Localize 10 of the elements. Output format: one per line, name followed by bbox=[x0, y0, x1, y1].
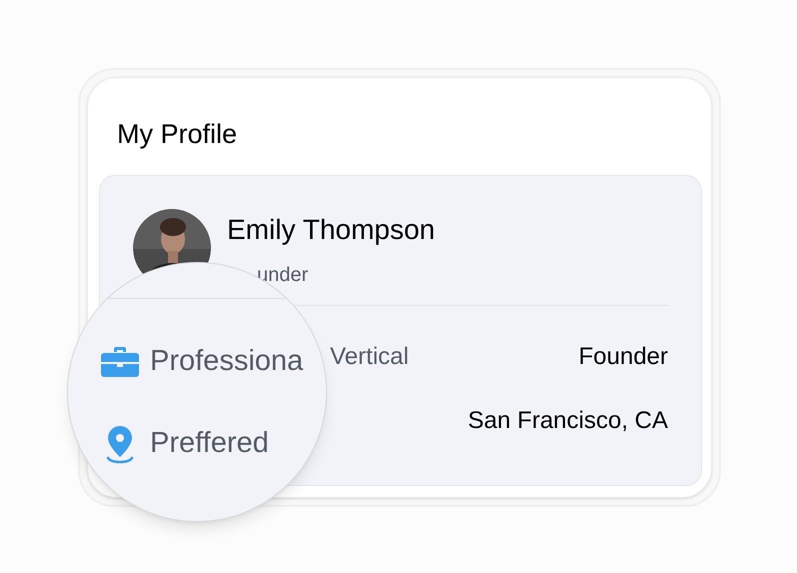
card-title: My Profile bbox=[117, 118, 238, 151]
briefcase-icon bbox=[101, 346, 139, 378]
field-label: Vertical bbox=[330, 342, 409, 372]
magnified-field-label: Professiona bbox=[150, 344, 304, 380]
location-pin-icon bbox=[105, 424, 135, 464]
magnified-field-label: Preffered bbox=[150, 426, 269, 462]
profile-name: Emily Thompson bbox=[227, 213, 436, 247]
field-value: Founder bbox=[578, 342, 668, 372]
field-value: San Francisco, CA bbox=[468, 406, 668, 436]
profile-role: under bbox=[257, 263, 310, 287]
